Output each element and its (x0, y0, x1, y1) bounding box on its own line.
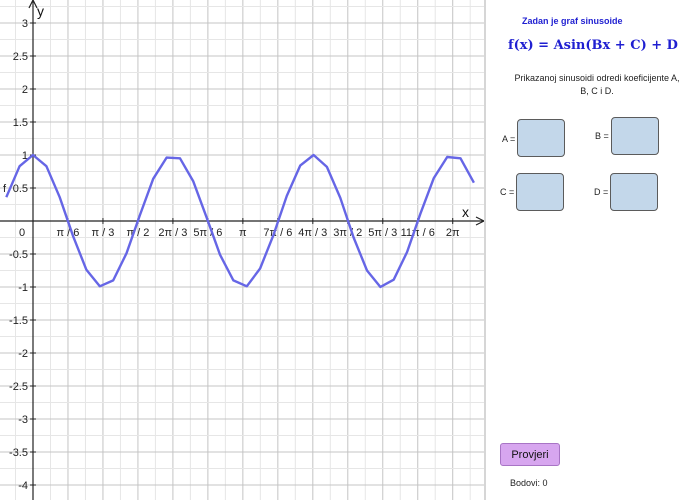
y-tick-label: -3 (18, 414, 28, 426)
task-instruction: Prikazanoj sinusoidi odredi koeficijente… (514, 73, 680, 96)
function-graph[interactable]: x y 0 π / 6 π / 3 π / 2 2π / 3 5π / 6 π 7π / 6 4π … (0, 0, 484, 500)
function-formula: f(x) = Asin(Bx + C) + D (508, 38, 678, 53)
x-tick-label: 5π / 3 (368, 227, 397, 239)
x-tick-label: 3π / 2 (333, 227, 362, 239)
coef-b-label: B = (595, 131, 609, 141)
function-label: f (3, 183, 7, 195)
y-axis-name: y (37, 3, 44, 19)
axes (0, 0, 484, 500)
y-tick-label: -2.5 (9, 381, 28, 393)
side-panel: Zadan je graf sinusoide f(x) = Asin(Bx +… (486, 0, 700, 500)
x-tick-label: 5π / 6 (193, 227, 222, 239)
y-tick-label: 2 (22, 84, 28, 96)
x-axis-name: x (462, 204, 469, 220)
x-tick-label: π / 2 (126, 227, 149, 239)
x-tick-label: 2π (446, 227, 460, 239)
y-tick-label: -2 (18, 348, 28, 360)
graph-view[interactable]: x y 0 π / 6 π / 3 π / 2 2π / 3 5π / 6 π 7π / 6 4π … (0, 0, 484, 500)
x-tick-label: 4π / 3 (298, 227, 327, 239)
panel-title: Zadan je graf sinusoide (522, 16, 623, 26)
x-tick-label: 2π / 3 (158, 227, 187, 239)
x-tick-label: 11π / 6 (401, 227, 435, 239)
x-tick-label: π / 3 (92, 227, 115, 239)
grid-lines (0, 0, 484, 500)
coef-a-input[interactable] (517, 119, 565, 157)
y-tick-label: 2.5 (13, 51, 28, 63)
y-tick-label: -3.5 (9, 447, 28, 459)
x-tick-label: π / 6 (57, 227, 80, 239)
y-tick-label: -4 (18, 480, 28, 492)
coef-d-label: D = (594, 187, 609, 197)
coef-c-label: C = (500, 187, 515, 197)
coef-a-label: A = (502, 134, 516, 144)
score-text: Bodovi: 0 (510, 478, 548, 488)
y-tick-label: 0.5 (13, 183, 28, 195)
y-tick-label: -0.5 (9, 249, 28, 261)
y-tick-label: 3 (22, 18, 28, 30)
check-button[interactable]: Provjeri (500, 443, 560, 466)
coef-c-input[interactable] (516, 173, 564, 211)
x-tick-label: π (239, 227, 247, 239)
coef-b-input[interactable] (611, 117, 659, 155)
coef-d-input[interactable] (610, 173, 658, 211)
x-tick-label: 0 (19, 227, 25, 239)
y-tick-label: 1.5 (13, 117, 28, 129)
x-tick-label: 7π / 6 (263, 227, 292, 239)
y-tick-label: -1 (18, 282, 28, 294)
y-tick-label: -1.5 (9, 315, 28, 327)
